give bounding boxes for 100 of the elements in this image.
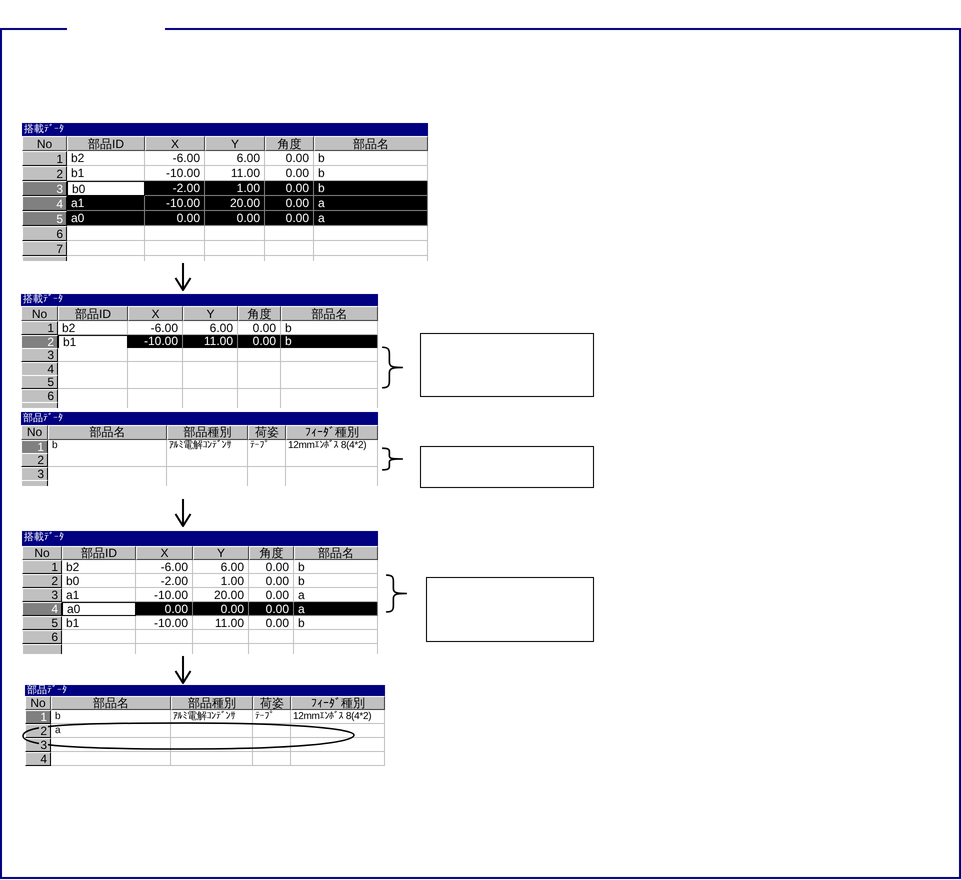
row-number-cell[interactable]: 1: [21, 440, 48, 454]
row-number-cell[interactable]: 2: [22, 166, 67, 181]
table-cell: b: [314, 151, 428, 166]
row-number-cell[interactable]: 1: [22, 151, 67, 166]
table-cell: b0: [62, 574, 136, 588]
table-cell: 1.00: [193, 574, 249, 588]
table-cell: a: [314, 196, 428, 211]
table-cell: 6.00: [183, 321, 238, 335]
column-header: ﾌｨｰﾀﾞ種別: [286, 425, 378, 440]
table-cell: 0.00: [249, 616, 294, 630]
curly-brace: [380, 345, 405, 390]
table-cell: b: [281, 321, 378, 335]
column-header: Y: [183, 306, 238, 321]
table-cell: -6.00: [128, 321, 183, 335]
row-number-cell[interactable]: 5: [21, 375, 58, 389]
curly-brace: [380, 447, 405, 471]
table-cell: ﾃｰﾌﾟ: [248, 440, 286, 454]
table-cell: ﾃｰﾌﾟ: [253, 710, 291, 724]
table-cell: 12mmｴﾝﾎﾞｽ 8(4*2): [291, 710, 385, 724]
table-cell: 11.00: [193, 616, 249, 630]
column-header: 部品名: [281, 306, 378, 321]
row-number-cell[interactable]: 2: [21, 453, 48, 467]
table-cell: 0.00: [205, 211, 265, 226]
grid-title-bar: 搭載ﾃﾞｰﾀ: [21, 294, 378, 306]
table-cell: b2: [58, 321, 128, 335]
table-cell: b0: [67, 181, 145, 196]
row-number-cell[interactable]: 6: [22, 226, 67, 241]
grid-title-bar: 搭載ﾃﾞｰﾀ: [22, 531, 378, 546]
row-number-cell[interactable]: 3: [22, 181, 67, 196]
column-header: X: [128, 306, 183, 321]
row-number-cell[interactable]: 6: [21, 388, 58, 402]
column-header: X: [136, 546, 193, 560]
table-cell: a: [51, 724, 171, 738]
table-cell: 0.00: [136, 602, 193, 616]
table-cell: b: [294, 574, 378, 588]
grid-title-bar: 部品ﾃﾞｰﾀ: [25, 685, 385, 696]
row-number-cell[interactable]: 6: [22, 630, 62, 644]
table-cell: a: [314, 211, 428, 226]
table-cell: b: [294, 616, 378, 630]
table-cell: 20.00: [193, 588, 249, 602]
row-number-cell[interactable]: 2: [21, 334, 58, 348]
row-number-cell[interactable]: 4: [25, 752, 51, 766]
row-number-cell[interactable]: 5: [22, 616, 62, 630]
column-header: No: [22, 546, 62, 560]
table-cell: 11.00: [205, 166, 265, 181]
table-cell: 20.00: [205, 196, 265, 211]
table-cell: b: [281, 334, 378, 348]
column-header: 部品名: [51, 696, 171, 710]
column-header: No: [21, 425, 48, 440]
column-header: 部品種別: [171, 696, 253, 710]
table-cell: 0.00: [265, 196, 314, 211]
table-cell: 0.00: [249, 602, 294, 616]
table-cell: 6.00: [205, 151, 265, 166]
column-header: 部品種別: [167, 425, 248, 440]
row-number-cell[interactable]: 2: [22, 574, 62, 588]
table-cell: b: [314, 181, 428, 196]
table-cell: b1: [58, 334, 128, 348]
row-number-cell[interactable]: 3: [25, 738, 51, 752]
table-cell: b2: [62, 560, 136, 574]
column-header: 部品名: [314, 136, 428, 151]
table-cell: -6.00: [136, 560, 193, 574]
row-number-cell[interactable]: 7: [22, 241, 67, 256]
row-number-cell[interactable]: 1: [25, 710, 51, 724]
table-cell: a0: [62, 602, 136, 616]
table-cell: -6.00: [145, 151, 205, 166]
column-header: X: [145, 136, 205, 151]
column-header: 荷姿: [248, 425, 286, 440]
table-cell: -10.00: [128, 334, 183, 348]
table-cell: 0.00: [249, 574, 294, 588]
table-cell: -10.00: [145, 196, 205, 211]
table-cell: a: [294, 602, 378, 616]
column-header: 部品名: [294, 546, 378, 560]
row-number-cell[interactable]: 4: [22, 196, 67, 211]
row-number-cell[interactable]: 3: [21, 466, 48, 480]
table-cell: b: [294, 560, 378, 574]
column-header: 角度: [249, 546, 294, 560]
row-number-cell[interactable]: 4: [21, 362, 58, 376]
table-cell: -2.00: [145, 181, 205, 196]
row-number-cell[interactable]: 3: [21, 348, 58, 362]
table-cell: 1.00: [205, 181, 265, 196]
curly-brace: [384, 573, 409, 614]
row-number-cell[interactable]: 1: [22, 560, 62, 574]
table-cell: 11.00: [183, 334, 238, 348]
column-header: 角度: [238, 306, 281, 321]
table-cell: a0: [67, 211, 145, 226]
row-number-cell[interactable]: 4: [22, 602, 62, 616]
column-header: Y: [205, 136, 265, 151]
table-cell: 0.00: [238, 321, 281, 335]
table-cell: 12mmｴﾝﾎﾞｽ 8(4*2): [286, 440, 378, 454]
row-number-cell[interactable]: 3: [22, 588, 62, 602]
row-number-cell[interactable]: 2: [25, 724, 51, 738]
table-cell: 0.00: [265, 151, 314, 166]
row-number-cell[interactable]: 1: [21, 321, 58, 335]
table-cell: a1: [62, 588, 136, 602]
row-number-cell[interactable]: 5: [22, 211, 67, 226]
table-cell: 0.00: [238, 334, 281, 348]
column-header: 部品名: [48, 425, 167, 440]
table-cell: ｱﾙﾐ電解ｺﾝﾃﾞﾝｻ: [167, 440, 248, 454]
table-cell: b1: [62, 616, 136, 630]
column-header: 荷姿: [253, 696, 291, 710]
